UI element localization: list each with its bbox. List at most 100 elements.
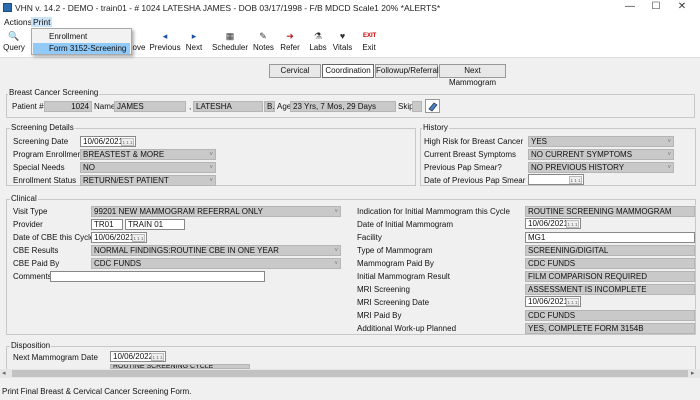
calendar-icon[interactable]: 1 1 1 xyxy=(569,176,582,184)
minimize-button[interactable]: — xyxy=(624,1,636,12)
patient-number-field[interactable]: 1024 xyxy=(44,101,92,112)
vitals-button[interactable]: ♥ Vitals xyxy=(332,29,353,57)
init-mammo-date-field[interactable]: 10/06/2021 1 1 1 xyxy=(525,218,581,229)
refer-button[interactable]: ➜ Refer xyxy=(279,29,301,57)
name-comma: , xyxy=(189,102,192,111)
init-mammo-date-label: Date of Initial Mammogram xyxy=(357,220,454,229)
mri-paid-by-select[interactable]: CDC FUNDS xyxy=(525,310,695,321)
current-symptoms-value: NO CURRENT SYMPTOMS xyxy=(531,150,633,159)
high-risk-value: YES xyxy=(531,137,548,146)
remove-button[interactable]: ove xyxy=(130,29,148,57)
previous-pap-select[interactable]: NO PREVIOUS HISTORY ˅ xyxy=(528,162,674,173)
age-field: 23 Yrs, 7 Mos, 29 Days xyxy=(290,101,396,112)
next-button[interactable]: ▸ Next xyxy=(184,29,204,57)
mammo-paid-by-select[interactable]: CDC FUNDS xyxy=(525,258,695,269)
exit-button[interactable]: EXIT Exit xyxy=(360,29,378,57)
notes-button[interactable]: ✎ Notes xyxy=(253,29,274,57)
mri-date-label: MRI Screening Date xyxy=(357,298,430,307)
vitals-label: Vitals xyxy=(332,43,353,52)
tab-followup-referral[interactable]: Followup/Referral xyxy=(375,64,439,78)
mammo-paid-by-label: Mammogram Paid By xyxy=(357,259,434,268)
close-window-button[interactable]: ✕ xyxy=(676,1,688,12)
mammo-type-select[interactable]: SCREENING/DIGITAL xyxy=(525,245,695,256)
calendar-icon[interactable]: 1 1 1 xyxy=(151,353,164,361)
previous-arrow-icon: ◂ xyxy=(162,31,168,41)
previous-button[interactable]: ◂ Previous xyxy=(149,29,181,57)
enrollment-status-value: RETURN/EST PATIENT xyxy=(83,176,169,185)
window-title: VHN v. 14.2 - DEMO - train01 - # 1024 LA… xyxy=(15,3,441,13)
menu-print[interactable]: Print xyxy=(31,17,53,27)
middle-initial-field[interactable]: B. xyxy=(264,101,275,112)
calendar-icon[interactable]: 1 1 1 xyxy=(121,138,134,146)
tab-coordination[interactable]: Coordination xyxy=(322,64,374,78)
horizontal-scrollbar[interactable]: ◂ ▸ xyxy=(0,369,700,378)
remove-icon xyxy=(133,31,145,41)
special-needs-select[interactable]: NO ˅ xyxy=(80,162,216,173)
current-symptoms-select[interactable]: NO CURRENT SYMPTOMS ˅ xyxy=(528,149,674,160)
cbe-date-value: 10/06/2021 xyxy=(94,233,135,242)
scroll-right-icon[interactable]: ▸ xyxy=(691,369,695,377)
scroll-left-icon[interactable]: ◂ xyxy=(2,369,6,377)
comments-field[interactable] xyxy=(50,271,265,282)
init-result-select[interactable]: FILM COMPARISON REQUIRED xyxy=(525,271,695,282)
provider-code-field[interactable]: TR01 xyxy=(91,219,123,230)
additional-workup-select[interactable]: YES, COMPLETE FORM 3154B xyxy=(525,323,695,334)
next-mammogram-date-label: Next Mammogram Date xyxy=(13,353,98,362)
last-name-field[interactable]: JAMES xyxy=(114,101,186,112)
name-label: Name xyxy=(94,102,116,111)
calendar-icon[interactable]: 1 1 1 xyxy=(566,220,579,228)
print-menu-form-3152[interactable]: Form 3152-Screening xyxy=(33,43,130,54)
cbe-results-value: NORMAL FINDINGS:ROUTINE CBE IN ONE YEAR xyxy=(94,246,279,255)
dropdown-arrow-icon: ˅ xyxy=(209,165,213,171)
status-text: Print Final Breast & Cervical Cancer Scr… xyxy=(2,387,192,396)
cbe-results-select[interactable]: NORMAL FINDINGS:ROUTINE CBE IN ONE YEAR … xyxy=(91,245,341,256)
screening-date-field[interactable]: 10/06/2021 1 1 1 xyxy=(80,136,136,147)
disposition-label: Disposition xyxy=(10,341,52,350)
labs-button[interactable]: ⚗ Labs xyxy=(309,29,327,57)
high-risk-label: High Risk for Breast Cancer xyxy=(424,137,524,146)
menu-actions[interactable]: Actions xyxy=(2,17,34,27)
tab-cervical[interactable]: Cervical xyxy=(269,64,321,78)
scheduler-label: Scheduler xyxy=(212,43,249,52)
calendar-icon[interactable]: 1 1 1 xyxy=(566,298,579,306)
calendar-icon[interactable]: 1 1 1 xyxy=(132,234,145,242)
previous-pap-date-label: Date of Previous Pap Smear xyxy=(424,176,526,185)
scheduler-icon: ▦ xyxy=(225,31,235,41)
mri-date-field[interactable]: 10/06/2021 1 1 1 xyxy=(525,296,581,307)
print-menu-enrollment[interactable]: Enrollment xyxy=(33,31,130,42)
app-icon xyxy=(3,3,12,12)
high-risk-select[interactable]: YES ˅ xyxy=(528,136,674,147)
refer-icon: ➜ xyxy=(286,31,294,41)
comments-label: Comments xyxy=(13,272,52,281)
visit-type-select[interactable]: 99201 NEW MAMMOGRAM REFERRAL ONLY ˅ xyxy=(91,206,341,217)
cbe-date-field[interactable]: 10/06/2021 1 1 1 xyxy=(91,232,147,243)
cbe-paid-by-value: CDC FUNDS xyxy=(94,259,142,268)
screening-date-value: 10/06/2021 xyxy=(83,137,124,146)
patient-number-label: Patient # xyxy=(12,102,44,111)
provider-name-field[interactable]: TRAIN 01 xyxy=(125,219,185,230)
vitals-icon: ♥ xyxy=(339,31,346,41)
previous-pap-date-field[interactable]: 1 1 1 xyxy=(528,174,584,185)
first-name-field[interactable]: LATESHA xyxy=(193,101,263,112)
notes-icon: ✎ xyxy=(259,31,267,41)
cbe-paid-by-select[interactable]: CDC FUNDS ˅ xyxy=(91,258,341,269)
previous-label: Previous xyxy=(149,43,181,52)
indication-select[interactable]: ROUTINE SCREENING MAMMOGRAM xyxy=(525,206,695,217)
program-enrollment-select[interactable]: BREASTEST & MORE ˅ xyxy=(80,149,216,160)
maximize-button[interactable]: ☐ xyxy=(650,1,662,12)
scheduler-button[interactable]: ▦ Scheduler xyxy=(212,29,248,57)
refer-label: Refer xyxy=(280,43,300,52)
provider-label: Provider xyxy=(13,220,43,229)
skip-button[interactable] xyxy=(425,99,440,113)
next-label: Next xyxy=(185,43,203,52)
mri-screening-select[interactable]: ASSESSMENT IS INCOMPLETE xyxy=(525,284,695,295)
next-mammogram-date-field[interactable]: 10/06/2022 1 1 1 xyxy=(110,351,166,362)
special-needs-label: Special Needs xyxy=(13,163,65,172)
enrollment-status-select[interactable]: RETURN/EST PATIENT ˅ xyxy=(80,175,216,186)
skip-field[interactable] xyxy=(412,101,422,112)
cbe-paid-by-label: CBE Paid By xyxy=(13,259,60,268)
scrollbar-thumb[interactable] xyxy=(12,370,688,377)
query-button[interactable]: 🔍 Query xyxy=(2,29,26,57)
facility-field[interactable]: MG1 xyxy=(525,232,695,243)
tab-next-mammogram[interactable]: Next Mammogram xyxy=(439,64,506,87)
